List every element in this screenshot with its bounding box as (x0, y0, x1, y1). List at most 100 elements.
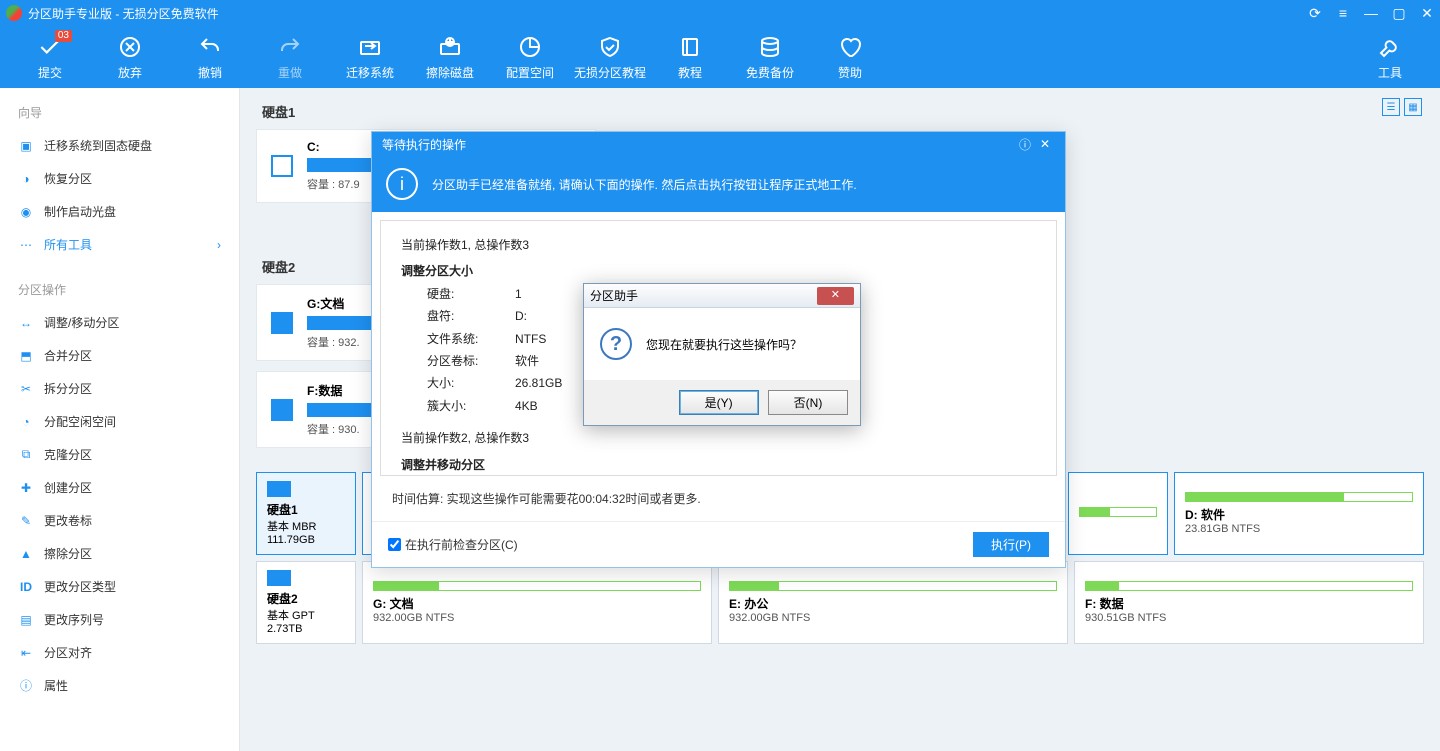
sidebar-item-allocate[interactable]: ◔分配空闲空间 (0, 405, 239, 438)
tutorial1-button[interactable]: 无损分区教程 (570, 26, 650, 88)
wrench-icon (1377, 34, 1403, 60)
commit-button[interactable]: 03 提交 (10, 26, 90, 88)
redo-button[interactable]: 重做 (250, 26, 330, 88)
config-button[interactable]: 配置空间 (490, 26, 570, 88)
drive-icon (271, 399, 293, 421)
app-logo-icon (6, 5, 22, 21)
drive-icon (271, 312, 293, 334)
no-button[interactable]: 否(N) (768, 390, 848, 415)
wizard-header: 向导 (0, 96, 239, 129)
align-icon: ⇤ (18, 645, 34, 661)
wipe-button[interactable]: 擦除磁盘 (410, 26, 490, 88)
dialog-title: 等待执行的操作 (382, 136, 466, 153)
view-grid-icon[interactable]: ▦ (1404, 98, 1422, 116)
wipe-icon (437, 34, 463, 60)
time-estimate: 时间估算: 实现这些操作可能需要花00:04:32时间或者更多. (372, 484, 1065, 521)
disk1-label: 硬盘1 (262, 102, 1424, 121)
disk2-header[interactable]: 硬盘2 基本 GPT 2.73TB (256, 561, 356, 644)
redo-icon (277, 34, 303, 60)
migrate-icon (357, 34, 383, 60)
undo-icon (197, 34, 223, 60)
close-icon[interactable]: ✕ (817, 287, 854, 305)
allocate-icon: ◔ (18, 414, 34, 430)
maximize-icon[interactable]: ▢ (1392, 6, 1406, 20)
partition-hidden2[interactable] (1068, 472, 1168, 555)
split-icon: ✂ (18, 381, 34, 397)
sidebar-item-serial[interactable]: ▤更改序列号 (0, 603, 239, 636)
windows-icon (271, 155, 293, 177)
view-toggle: ☰ ▦ (1382, 98, 1422, 116)
sidebar-item-clone[interactable]: ⧉克隆分区 (0, 438, 239, 471)
sidebar-item-split[interactable]: ✂拆分分区 (0, 372, 239, 405)
partition-g2[interactable]: G: 文档 932.00GB NTFS (362, 561, 712, 644)
merge-icon: ⬒ (18, 348, 34, 364)
ssd-icon: ▣ (18, 138, 34, 154)
question-icon: ? (600, 328, 632, 360)
undo-button[interactable]: 撤销 (170, 26, 250, 88)
disk-icon (267, 570, 291, 586)
confirm-dialog: 分区助手 ✕ ? 您现在就要执行这些操作吗？ 是(Y) 否(N) (583, 283, 861, 426)
chevron-right-icon: › (217, 238, 221, 252)
disc-icon: ◉ (18, 204, 34, 220)
sidebar-item-bootdisc[interactable]: ◉制作启动光盘 (0, 195, 239, 228)
confirm-title: 分区助手 (590, 287, 638, 304)
book-icon (677, 34, 703, 60)
sidebar-item-merge[interactable]: ⬒合并分区 (0, 339, 239, 372)
ops-header: 分区操作 (0, 273, 239, 306)
disk-row-2: 硬盘2 基本 GPT 2.73TB G: 文档 932.00GB NTFS E:… (256, 561, 1424, 644)
backup-button[interactable]: 免费备份 (730, 26, 810, 88)
yes-button[interactable]: 是(Y) (679, 390, 759, 415)
window-buttons: ⟳ ≡ — ▢ ✕ (1308, 6, 1434, 20)
partition-f2[interactable]: F: 数据 930.51GB NTFS (1074, 561, 1424, 644)
heart-icon (837, 34, 863, 60)
discard-icon (117, 34, 143, 60)
tools-button[interactable]: 工具 (1350, 26, 1430, 88)
resize-icon: ↔ (18, 315, 34, 331)
partition-d[interactable]: D: 软件 23.81GB NTFS (1174, 472, 1424, 555)
confirm-title-bar: 分区助手 ✕ (584, 284, 860, 308)
close-icon[interactable]: ✕ (1035, 137, 1055, 151)
sidebar-item-migrate-ssd[interactable]: ▣迁移系统到固态硬盘 (0, 129, 239, 162)
pie-icon (517, 34, 543, 60)
serial-icon: ▤ (18, 612, 34, 628)
menu-icon[interactable]: ≡ (1336, 6, 1350, 20)
disk-icon (267, 481, 291, 497)
help-icon[interactable]: ⓘ (1015, 136, 1035, 153)
id-icon: ID (18, 579, 34, 595)
op-details-table: 硬盘:1 盘符:D: 文件系统:NTFS 分区卷标:软件 大小:26.81GB … (401, 282, 564, 418)
database-icon (757, 34, 783, 60)
confirm-footer: 是(Y) 否(N) (584, 380, 860, 425)
sidebar-item-resize[interactable]: ↔调整/移动分区 (0, 306, 239, 339)
sidebar-item-properties[interactable]: ⓘ属性 (0, 669, 239, 702)
sidebar-item-wipepart[interactable]: ▲擦除分区 (0, 537, 239, 570)
refresh-icon[interactable]: ⟳ (1308, 6, 1322, 20)
sidebar-item-changetype[interactable]: ID更改分区类型 (0, 570, 239, 603)
erase-icon: ▲ (18, 546, 34, 562)
partition-e[interactable]: E: 办公 932.00GB NTFS (718, 561, 1068, 644)
shield-icon (597, 34, 623, 60)
minimize-icon[interactable]: — (1364, 6, 1378, 20)
info-icon: ⓘ (18, 678, 34, 694)
disk1-header[interactable]: 硬盘1 基本 MBR 111.79GB (256, 472, 356, 555)
donate-button[interactable]: 赞助 (810, 26, 890, 88)
clone-icon: ⧉ (18, 447, 34, 463)
tutorial2-button[interactable]: 教程 (650, 26, 730, 88)
check-before-exec-checkbox[interactable]: 在执行前检查分区(C) (388, 536, 518, 553)
dialog-footer: 在执行前检查分区(C) 执行(P) (372, 521, 1065, 567)
app-title: 分区助手专业版 - 无损分区免费软件 (28, 5, 1308, 22)
view-list-icon[interactable]: ☰ (1382, 98, 1400, 116)
sidebar-item-label[interactable]: ✎更改卷标 (0, 504, 239, 537)
sidebar-item-align[interactable]: ⇤分区对齐 (0, 636, 239, 669)
close-icon[interactable]: ✕ (1420, 6, 1434, 20)
migrate-button[interactable]: 迁移系统 (330, 26, 410, 88)
sidebar-item-recover[interactable]: ◑恢复分区 (0, 162, 239, 195)
confirm-message: 您现在就要执行这些操作吗？ (646, 336, 802, 353)
discard-button[interactable]: 放弃 (90, 26, 170, 88)
title-bar: 分区助手专业版 - 无损分区免费软件 ⟳ ≡ — ▢ ✕ (0, 0, 1440, 26)
sidebar-item-alltools[interactable]: ⋯所有工具› (0, 228, 239, 261)
toolbar: 03 提交 放弃 撤销 重做 迁移系统 擦除磁盘 配置空间 无损分区教程 教程 … (0, 26, 1440, 88)
checkbox[interactable] (388, 538, 401, 551)
label-icon: ✎ (18, 513, 34, 529)
execute-button[interactable]: 执行(P) (973, 532, 1049, 557)
sidebar-item-create[interactable]: ✚创建分区 (0, 471, 239, 504)
